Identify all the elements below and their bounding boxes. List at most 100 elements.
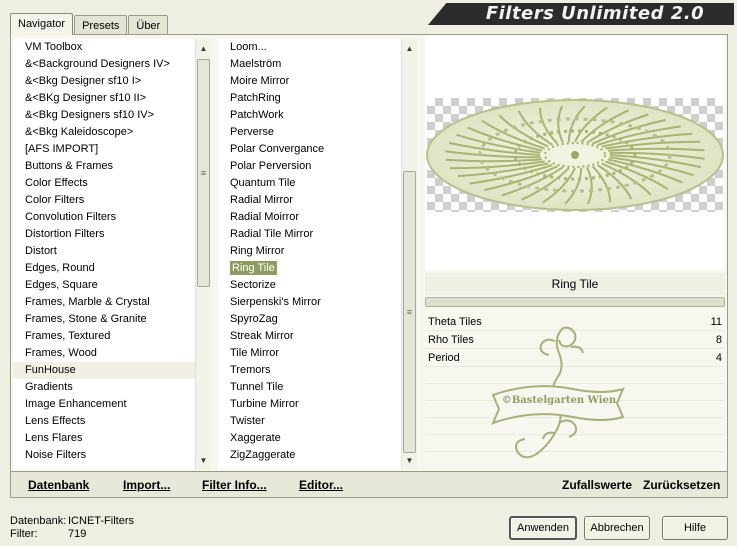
list-item[interactable]: Tunnel Tile: [218, 379, 401, 396]
scroll-down-icon[interactable]: ▼: [196, 453, 211, 467]
list-item[interactable]: Buttons & Frames: [13, 158, 195, 175]
category-scrollbar[interactable]: ▲ ≡ ▼: [195, 39, 211, 469]
filter-info-button[interactable]: Filter Info...: [202, 472, 267, 498]
help-button[interactable]: Hilfe: [662, 516, 728, 540]
tab-ueber[interactable]: Über: [128, 15, 169, 34]
param-value: 8: [715, 334, 722, 346]
tab-presets[interactable]: Presets: [74, 15, 128, 34]
list-item[interactable]: Twister: [218, 413, 401, 430]
list-item[interactable]: &<Bkg Designer sf10 I>: [13, 73, 195, 90]
list-item-label: Polar Perversion: [230, 160, 312, 172]
list-item-label: Image Enhancement: [25, 398, 127, 410]
list-item-label: Tunnel Tile: [230, 381, 284, 393]
list-item-label: &<BKg Designer sf10 II>: [25, 92, 147, 104]
list-item[interactable]: Noise Filters: [13, 447, 195, 464]
list-item-label: PatchWork: [230, 109, 284, 121]
list-item[interactable]: Gradients: [13, 379, 195, 396]
control-slider[interactable]: [425, 297, 725, 307]
filter-scrollbar[interactable]: ▲ ≡ ▼: [401, 39, 417, 469]
list-item[interactable]: Sectorize: [218, 277, 401, 294]
list-item[interactable]: Streak Mirror: [218, 328, 401, 345]
datenbank-button[interactable]: Datenbank: [28, 472, 89, 498]
ring-tile-preview-image: [426, 99, 724, 211]
list-item[interactable]: Loom...: [218, 39, 401, 56]
list-item[interactable]: Tile Mirror: [218, 345, 401, 362]
list-item[interactable]: Xaggerate: [218, 430, 401, 447]
list-item-label: Sectorize: [230, 279, 276, 291]
list-item[interactable]: Maelström: [218, 56, 401, 73]
parameter-panel: Theta Tiles 11 Rho Tiles 8 Period 4 ©Bas…: [425, 313, 725, 470]
list-item[interactable]: Ring Tile: [218, 260, 401, 277]
list-item[interactable]: Sierpenski's Mirror: [218, 294, 401, 311]
list-item[interactable]: &<Background Designers IV>: [13, 56, 195, 73]
list-item-label: Sierpenski's Mirror: [230, 296, 321, 308]
list-item[interactable]: Turbine Mirror: [218, 396, 401, 413]
list-item[interactable]: Distort: [13, 243, 195, 260]
list-item[interactable]: Frames, Marble & Crystal: [13, 294, 195, 311]
list-item[interactable]: &<BKg Designer sf10 II>: [13, 90, 195, 107]
list-item[interactable]: Polar Convergance: [218, 141, 401, 158]
list-item[interactable]: Quantum Tile: [218, 175, 401, 192]
randomize-button[interactable]: Zufallswerte: [562, 472, 632, 498]
list-item[interactable]: Frames, Textured: [13, 328, 195, 345]
list-item-label: Gradients: [25, 381, 73, 393]
list-item[interactable]: Color Filters: [13, 192, 195, 209]
list-item[interactable]: Image Enhancement: [13, 396, 195, 413]
list-item[interactable]: PatchRing: [218, 90, 401, 107]
list-item[interactable]: SpyroZag: [218, 311, 401, 328]
list-item[interactable]: Color Effects: [13, 175, 195, 192]
editor-button[interactable]: Editor...: [299, 472, 343, 498]
list-item-label: Lens Effects: [25, 415, 86, 427]
list-item[interactable]: Lens Effects: [13, 413, 195, 430]
list-item-label: Polar Convergance: [230, 143, 325, 155]
list-item[interactable]: Ring Mirror: [218, 243, 401, 260]
list-item-label: Buttons & Frames: [25, 160, 114, 172]
apply-button[interactable]: Anwenden: [509, 516, 577, 540]
list-item[interactable]: Lens Flares: [13, 430, 195, 447]
param-value: 11: [710, 316, 722, 328]
list-item[interactable]: FunHouse: [13, 362, 195, 379]
scroll-thumb[interactable]: ≡: [197, 59, 210, 287]
list-item[interactable]: Radial Mirror: [218, 192, 401, 209]
import-button[interactable]: Import...: [123, 472, 170, 498]
list-item-label: FunHouse: [25, 364, 76, 376]
list-item-label: Perverse: [230, 126, 275, 138]
list-item-label: Noise Filters: [25, 449, 87, 461]
reset-button[interactable]: Zurücksetzen: [643, 472, 720, 498]
list-item[interactable]: Radial Tile Mirror: [218, 226, 401, 243]
scroll-up-icon[interactable]: ▲: [196, 41, 211, 55]
list-item[interactable]: ZigZaggerate: [218, 447, 401, 464]
list-item-label: Color Filters: [25, 194, 85, 206]
list-item[interactable]: [AFS IMPORT]: [13, 141, 195, 158]
list-item[interactable]: Edges, Round: [13, 260, 195, 277]
scroll-up-icon[interactable]: ▲: [402, 41, 417, 55]
list-item-label: &<Bkg Designer sf10 I>: [25, 75, 142, 87]
tab-bar: Navigator Presets Über: [10, 12, 169, 35]
scroll-thumb[interactable]: ≡: [403, 171, 416, 453]
list-item[interactable]: PatchWork: [218, 107, 401, 124]
list-item[interactable]: Distortion Filters: [13, 226, 195, 243]
list-item[interactable]: &<Bkg Kaleidoscope>: [13, 124, 195, 141]
list-item-label: &<Bkg Designers sf10 IV>: [25, 109, 155, 121]
list-item[interactable]: Frames, Stone & Granite: [13, 311, 195, 328]
preview-area: [425, 35, 725, 270]
filter-list[interactable]: Loom... Maelström Moire Mirror PatchRing Pat…: [218, 39, 401, 469]
list-item[interactable]: VM Toolbox: [13, 39, 195, 56]
category-list[interactable]: VM Toolbox &<Background Designers IV> &<Bk…: [13, 39, 195, 469]
tab-navigator[interactable]: Navigator: [10, 13, 74, 35]
list-item-label: Ring Tile: [230, 261, 277, 275]
list-item[interactable]: Radial Moirror: [218, 209, 401, 226]
list-item-label: &<Bkg Kaleidoscope>: [25, 126, 134, 138]
list-item[interactable]: Perverse: [218, 124, 401, 141]
list-item[interactable]: &<Bkg Designers sf10 IV>: [13, 107, 195, 124]
list-item[interactable]: Polar Perversion: [218, 158, 401, 175]
list-item[interactable]: Tremors: [218, 362, 401, 379]
scroll-down-icon[interactable]: ▼: [402, 453, 417, 467]
main-panel: VM Toolbox &<Background Designers IV> &<Bk…: [10, 34, 728, 472]
list-item-label: Convolution Filters: [25, 211, 117, 223]
cancel-button[interactable]: Abbrechen: [584, 516, 650, 540]
list-item[interactable]: Convolution Filters: [13, 209, 195, 226]
list-item[interactable]: Moire Mirror: [218, 73, 401, 90]
list-item[interactable]: Edges, Square: [13, 277, 195, 294]
list-item[interactable]: Frames, Wood: [13, 345, 195, 362]
